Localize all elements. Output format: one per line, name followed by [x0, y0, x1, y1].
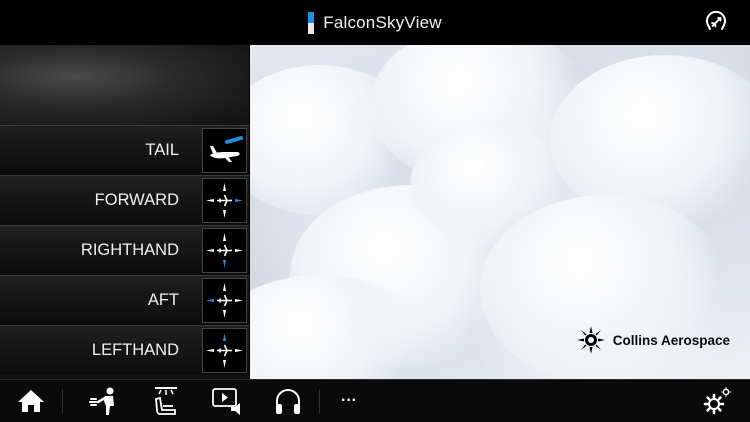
media-icon	[212, 388, 240, 415]
settings-button[interactable]	[701, 386, 733, 416]
app-title: FalconSkyView	[323, 12, 442, 32]
settings-gear-icon	[703, 387, 731, 415]
flight-info-icon[interactable]	[704, 10, 728, 34]
aft-view-icon	[202, 278, 247, 323]
nav-separator	[62, 389, 63, 413]
media-button[interactable]	[211, 386, 243, 416]
home-icon	[18, 390, 44, 412]
view-item-tail[interactable]: TAIL	[0, 125, 249, 175]
view-label-tail: TAIL	[145, 141, 179, 159]
more-button[interactable]: ···	[333, 386, 365, 416]
view-label-forward: FORWARD	[94, 191, 179, 209]
app-logo-icon	[308, 11, 315, 34]
attendant-call-button[interactable]	[88, 386, 120, 416]
bottom-nav-bar: ···	[0, 379, 750, 422]
view-label-aft: AFT	[147, 291, 179, 309]
brand-name: Collins Aerospace	[612, 332, 730, 348]
camera-view-list: TAIL FORWARD RIGHTHAND AFT LEFTHAND	[0, 45, 249, 379]
lefthand-view-icon	[202, 328, 247, 373]
view-item-forward[interactable]: FORWARD	[0, 175, 249, 225]
seat-light-button[interactable]	[150, 386, 182, 416]
attendant-call-icon	[89, 387, 114, 415]
view-item-aft[interactable]: AFT	[0, 275, 249, 325]
audio-button[interactable]	[272, 386, 304, 416]
collins-aerospace-emblem-icon	[576, 326, 605, 354]
righthand-view-icon	[202, 228, 247, 273]
headphones-icon	[276, 389, 300, 414]
view-label-lefthand: LEFTHAND	[91, 341, 179, 359]
camera-feed: Collins Aerospace	[250, 45, 750, 379]
top-bar: FalconSkyView	[0, 0, 750, 45]
nav-separator	[319, 389, 320, 413]
forward-view-icon	[202, 178, 247, 223]
view-item-righthand[interactable]: RIGHTHAND	[0, 225, 249, 275]
sky-preview	[0, 45, 249, 125]
view-label-righthand: RIGHTHAND	[80, 241, 179, 259]
app-title-group: FalconSkyView	[0, 0, 750, 45]
home-button[interactable]	[15, 386, 47, 416]
tail-camera-icon	[202, 128, 247, 173]
collins-aerospace-logo: Collins Aerospace	[576, 325, 730, 355]
view-item-lefthand[interactable]: LEFTHAND	[0, 325, 249, 375]
seat-light-icon	[155, 387, 177, 415]
